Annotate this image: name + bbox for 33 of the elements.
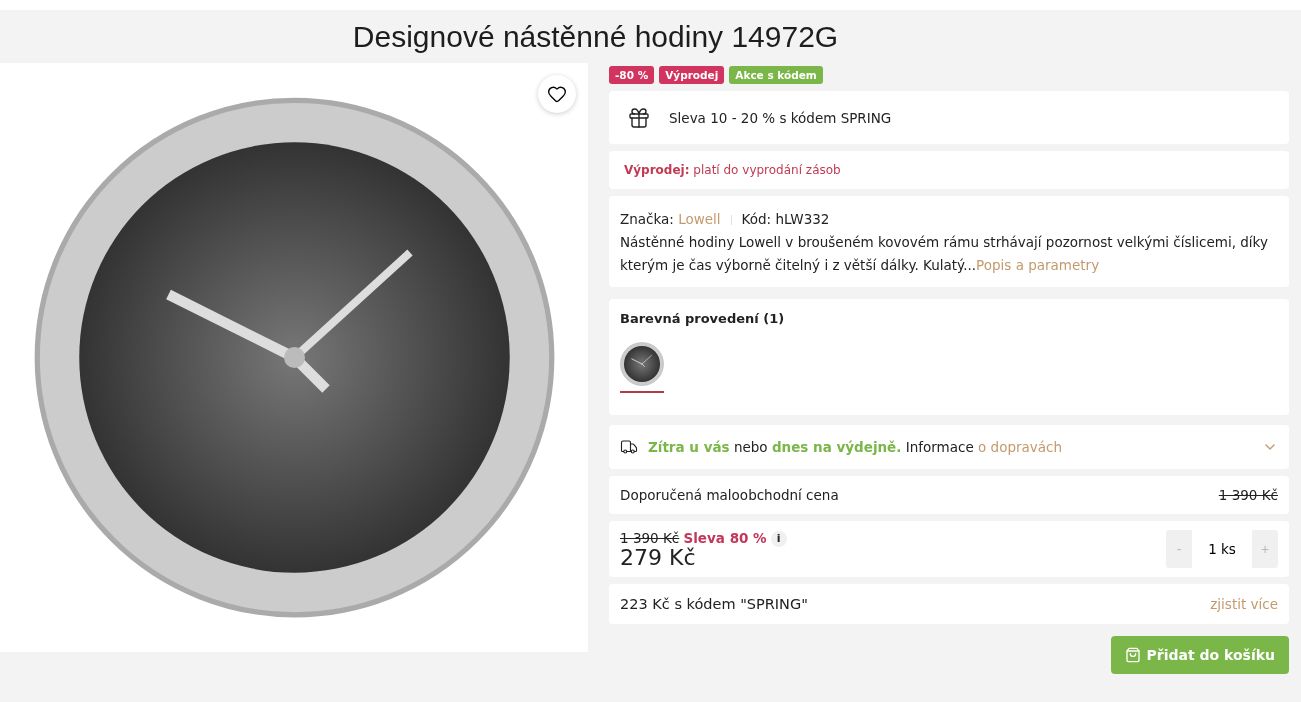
- favorite-button[interactable]: [538, 75, 576, 113]
- details-link[interactable]: Popis a parametry: [976, 257, 1100, 273]
- product-badge: -80 %: [609, 66, 655, 84]
- current-price: 279 Kč: [620, 546, 697, 569]
- truck-icon: [620, 438, 638, 456]
- promo-text: Sleva 10 - 20 % s kódem SPRING: [669, 109, 892, 126]
- old-price: 1 390 Kč: [620, 529, 680, 546]
- recommended-label: Doporučená maloobchodní cena: [620, 487, 839, 503]
- quantity-field[interactable]: 1 ks: [1192, 530, 1252, 568]
- product-badge: Výprodej: [659, 66, 725, 84]
- increase-button[interactable]: +: [1252, 530, 1278, 568]
- gift-icon: [627, 105, 651, 130]
- delivery-text: Zítra u vás nebo dnes na výdejně. Informace: [648, 439, 974, 455]
- add-to-cart-button[interactable]: Přidat do košíku: [1110, 636, 1289, 674]
- product-code: Kód: hLW332: [741, 211, 830, 227]
- more-info-link[interactable]: zjistit více: [1210, 596, 1278, 612]
- product-title: Designové nástěnné hodiny 14972G: [351, 18, 840, 55]
- heart-icon: [547, 84, 567, 104]
- bag-icon: [1124, 647, 1141, 663]
- code-price: 223 Kč s kódem "SPRING": [620, 596, 808, 612]
- product-badge: Akce s kódem: [729, 66, 823, 84]
- clock-photo: [620, 342, 664, 386]
- delivery-link[interactable]: o dopravách: [978, 439, 1063, 455]
- variants-title: Barevná provedení (1): [620, 311, 786, 326]
- decrease-button[interactable]: -: [1166, 530, 1192, 568]
- brand-link[interactable]: Lowell: [678, 211, 721, 227]
- recommended-price: 1 390 Kč: [1218, 487, 1278, 503]
- discount-text: Sleva 80 %: [683, 529, 767, 546]
- sale-note: Výprodej: platí do vyprodání zásob: [624, 163, 841, 177]
- product-description: Nástěnné hodiny Lowell v broušeném kovovém rámu strhávají pozornost velkými číslicemi, díky kterým je čas výborně čitelný i z větší dálky. Kulatý...Popis a parametry: [620, 233, 1269, 275]
- info-icon[interactable]: i: [770, 530, 787, 547]
- variant-thumbnail[interactable]: [620, 342, 664, 393]
- brand-label: Značka:: [620, 211, 675, 227]
